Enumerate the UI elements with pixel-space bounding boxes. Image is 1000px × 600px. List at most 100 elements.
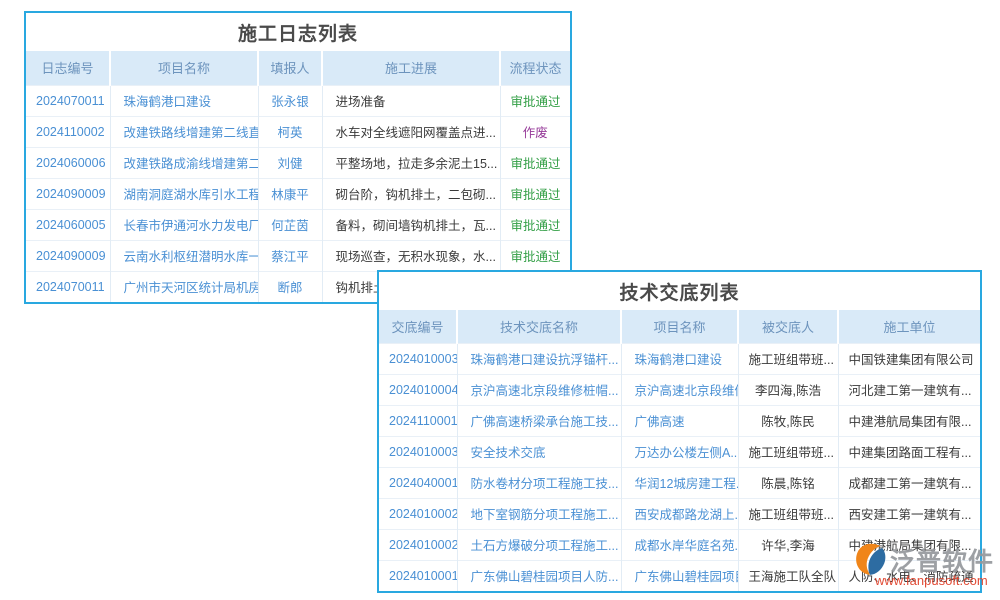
disclosure-project-cell[interactable]: 成都水岸华庭名苑... xyxy=(621,529,738,560)
disclosure-id-cell[interactable]: 2024010004 xyxy=(379,374,457,405)
disclosure-recipients-cell: 施工班组带班... xyxy=(738,436,838,467)
disclosure-id-cell[interactable]: 2024010002 xyxy=(379,529,457,560)
disclosure-table-row: 2024010004京沪高速北京段维修桩帽...京沪高速北京段维修李四海,陈浩河… xyxy=(379,374,980,405)
disclosure-project-cell[interactable]: 珠海鹤港口建设 xyxy=(621,343,738,374)
technical-disclosure-table-title: 技术交底列表 xyxy=(379,272,980,310)
log-progress-cell: 备料，砌间墙钩机排土，瓦... xyxy=(322,209,500,240)
disclosure-table-row: 2024010002土石方爆破分项工程施工...成都水岸华庭名苑...许华,李海… xyxy=(379,529,980,560)
disclosure-table-row: 2024010002地下室钢筋分项工程施工...西安成都路龙湖上...施工班组带… xyxy=(379,498,980,529)
technical-disclosure-table-body: 2024010003珠海鹤港口建设抗浮锚杆...珠海鹤港口建设施工班组带班...… xyxy=(379,343,980,591)
disclosure-column-header-id: 交底编号 xyxy=(379,310,457,343)
log-project-cell[interactable]: 改建铁路成渝线增建第二... xyxy=(110,147,258,178)
disclosure-name-cell[interactable]: 广东佛山碧桂园项目人防... xyxy=(457,560,621,591)
technical-disclosure-table: 交底编号技术交底名称项目名称被交底人施工单位 2024010003珠海鹤港口建设… xyxy=(379,310,980,591)
log-project-cell[interactable]: 改建铁路线增建第二线直... xyxy=(110,116,258,147)
log-project-cell[interactable]: 珠海鹤港口建设 xyxy=(110,85,258,116)
disclosure-unit-cell: 人防、水电、消防疏通 xyxy=(838,560,980,591)
log-id-cell[interactable]: 2024060006 xyxy=(26,147,110,178)
disclosure-id-cell[interactable]: 2024040001 xyxy=(379,467,457,498)
log-reporter-cell[interactable]: 刘健 xyxy=(258,147,322,178)
log-project-cell[interactable]: 云南水利枢纽潜明水库一... xyxy=(110,240,258,271)
disclosure-recipients-cell: 施工班组带班... xyxy=(738,498,838,529)
disclosure-name-cell[interactable]: 地下室钢筋分项工程施工... xyxy=(457,498,621,529)
log-id-cell[interactable]: 2024060005 xyxy=(26,209,110,240)
log-reporter-cell[interactable]: 断郎 xyxy=(258,271,322,302)
log-id-cell[interactable]: 2024070011 xyxy=(26,85,110,116)
disclosure-recipients-cell: 王海施工队全队 xyxy=(738,560,838,591)
disclosure-unit-cell: 中建港航局集团有限... xyxy=(838,405,980,436)
log-progress-cell: 平整场地，拉走多余泥土15... xyxy=(322,147,500,178)
log-progress-cell: 砌台阶，钩机排土，二包砌... xyxy=(322,178,500,209)
disclosure-column-header-project: 项目名称 xyxy=(621,310,738,343)
disclosure-table-row: 2024010003安全技术交底万达办公楼左侧A...施工班组带班...中建集团… xyxy=(379,436,980,467)
log-column-header-status: 流程状态 xyxy=(500,51,570,85)
construction-log-table: 日志编号项目名称填报人施工进展流程状态 2024070011珠海鹤港口建设张永银… xyxy=(26,51,570,302)
log-reporter-cell[interactable]: 何芷茵 xyxy=(258,209,322,240)
disclosure-name-cell[interactable]: 安全技术交底 xyxy=(457,436,621,467)
disclosure-unit-cell: 西安建工第一建筑有... xyxy=(838,498,980,529)
disclosure-unit-cell: 中建集团路面工程有... xyxy=(838,436,980,467)
log-id-cell[interactable]: 2024110002 xyxy=(26,116,110,147)
disclosure-name-cell[interactable]: 京沪高速北京段维修桩帽... xyxy=(457,374,621,405)
log-status-cell: 审批通过 xyxy=(500,147,570,178)
disclosure-recipients-cell: 施工班组带班... xyxy=(738,343,838,374)
disclosure-name-cell[interactable]: 广佛高速桥梁承台施工技... xyxy=(457,405,621,436)
log-status-cell: 审批通过 xyxy=(500,240,570,271)
disclosure-unit-cell: 中国铁建集团有限公司 xyxy=(838,343,980,374)
disclosure-id-cell[interactable]: 2024110001 xyxy=(379,405,457,436)
disclosure-table-row: 2024010003珠海鹤港口建设抗浮锚杆...珠海鹤港口建设施工班组带班...… xyxy=(379,343,980,374)
log-progress-cell: 进场准备 xyxy=(322,85,500,116)
disclosure-name-cell[interactable]: 珠海鹤港口建设抗浮锚杆... xyxy=(457,343,621,374)
disclosure-unit-cell: 河北建工第一建筑有... xyxy=(838,374,980,405)
disclosure-unit-cell: 成都建工第一建筑有... xyxy=(838,467,980,498)
log-column-header-progress: 施工进展 xyxy=(322,51,500,85)
disclosure-table-row: 2024110001广佛高速桥梁承台施工技...广佛高速陈牧,陈民中建港航局集团… xyxy=(379,405,980,436)
log-reporter-cell[interactable]: 张永银 xyxy=(258,85,322,116)
disclosure-id-cell[interactable]: 2024010002 xyxy=(379,498,457,529)
disclosure-column-header-name: 技术交底名称 xyxy=(457,310,621,343)
log-column-header-reporter: 填报人 xyxy=(258,51,322,85)
disclosure-name-cell[interactable]: 土石方爆破分项工程施工... xyxy=(457,529,621,560)
log-table-row: 2024110002改建铁路线增建第二线直...柯英水车对全线遮阳网覆盖点进..… xyxy=(26,116,570,147)
log-column-header-id: 日志编号 xyxy=(26,51,110,85)
disclosure-id-cell[interactable]: 2024010001 xyxy=(379,560,457,591)
disclosure-id-cell[interactable]: 2024010003 xyxy=(379,343,457,374)
log-reporter-cell[interactable]: 柯英 xyxy=(258,116,322,147)
disclosure-table-row: 2024040001防水卷材分项工程施工技...华润12城房建工程...陈晨,陈… xyxy=(379,467,980,498)
disclosure-recipients-cell: 李四海,陈浩 xyxy=(738,374,838,405)
disclosure-project-cell[interactable]: 京沪高速北京段维修 xyxy=(621,374,738,405)
disclosure-unit-cell: 中建港航局集团有限... xyxy=(838,529,980,560)
log-progress-cell: 现场巡查，无积水现象，水... xyxy=(322,240,500,271)
log-id-cell[interactable]: 2024070011 xyxy=(26,271,110,302)
construction-log-table-title: 施工日志列表 xyxy=(26,13,570,51)
disclosure-name-cell[interactable]: 防水卷材分项工程施工技... xyxy=(457,467,621,498)
log-project-cell[interactable]: 长春市伊通河水力发电厂... xyxy=(110,209,258,240)
log-id-cell[interactable]: 2024090009 xyxy=(26,240,110,271)
log-project-cell[interactable]: 湖南洞庭湖水库引水工程... xyxy=(110,178,258,209)
log-table-row: 2024060005长春市伊通河水力发电厂...何芷茵备料，砌间墙钩机排土，瓦.… xyxy=(26,209,570,240)
disclosure-project-cell[interactable]: 西安成都路龙湖上... xyxy=(621,498,738,529)
disclosure-id-cell[interactable]: 2024010003 xyxy=(379,436,457,467)
log-status-cell: 作废 xyxy=(500,116,570,147)
construction-log-table-card: 施工日志列表 日志编号项目名称填报人施工进展流程状态 2024070011珠海鹤… xyxy=(24,11,572,304)
log-table-row: 2024090009云南水利枢纽潜明水库一...蔡江平现场巡查，无积水现象，水.… xyxy=(26,240,570,271)
log-progress-cell: 水车对全线遮阳网覆盖点进... xyxy=(322,116,500,147)
log-reporter-cell[interactable]: 蔡江平 xyxy=(258,240,322,271)
disclosure-column-header-unit: 施工单位 xyxy=(838,310,980,343)
log-reporter-cell[interactable]: 林康平 xyxy=(258,178,322,209)
log-status-cell: 审批通过 xyxy=(500,85,570,116)
disclosure-project-cell[interactable]: 万达办公楼左侧A... xyxy=(621,436,738,467)
log-table-row: 2024090009湖南洞庭湖水库引水工程...林康平砌台阶，钩机排土，二包砌.… xyxy=(26,178,570,209)
log-table-row: 2024060006改建铁路成渝线增建第二...刘健平整场地，拉走多余泥土15.… xyxy=(26,147,570,178)
log-id-cell[interactable]: 2024090009 xyxy=(26,178,110,209)
log-column-header-project: 项目名称 xyxy=(110,51,258,85)
disclosure-project-cell[interactable]: 广东佛山碧桂园项目 xyxy=(621,560,738,591)
disclosure-column-header-recipients: 被交底人 xyxy=(738,310,838,343)
log-status-cell: 审批通过 xyxy=(500,178,570,209)
disclosure-table-row: 2024010001广东佛山碧桂园项目人防...广东佛山碧桂园项目王海施工队全队… xyxy=(379,560,980,591)
log-project-cell[interactable]: 广州市天河区统计局机房... xyxy=(110,271,258,302)
disclosure-recipients-cell: 许华,李海 xyxy=(738,529,838,560)
disclosure-project-cell[interactable]: 华润12城房建工程... xyxy=(621,467,738,498)
construction-log-table-header: 日志编号项目名称填报人施工进展流程状态 xyxy=(26,51,570,85)
disclosure-project-cell[interactable]: 广佛高速 xyxy=(621,405,738,436)
